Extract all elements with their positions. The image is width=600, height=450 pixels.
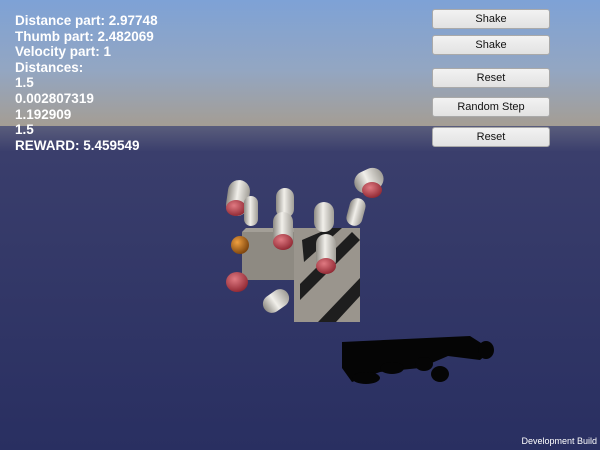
reset-button-2[interactable]: Reset [432,127,550,147]
target-ball [231,236,249,254]
finger-segment [314,202,334,232]
distance-value: 0.002807319 [15,90,94,106]
reward-hud: Distance part: 2.97748 Thumb part: 2.482… [15,13,158,153]
finger-segment [273,212,293,250]
thumb-part-text: Thumb part: 2.482069 [15,28,154,44]
finger-segment [244,196,258,226]
shake-button-2[interactable]: Shake [432,35,550,55]
velocity-part-text: Velocity part: 1 [15,44,112,60]
finger-segment [316,234,336,274]
reward-text: REWARD: 5.459549 [15,137,140,153]
development-build-label: Development Build [521,436,597,446]
random-step-button[interactable]: Random Step [432,97,550,117]
reset-button[interactable]: Reset [432,68,550,88]
distances-heading: Distances: [15,59,84,75]
distance-value: 1.5 [15,122,34,138]
shake-button[interactable]: Shake [432,9,550,29]
distance-value: 1.192909 [15,106,72,122]
distance-value: 1.5 [15,75,34,91]
distance-part-text: Distance part: 2.97748 [15,13,158,28]
